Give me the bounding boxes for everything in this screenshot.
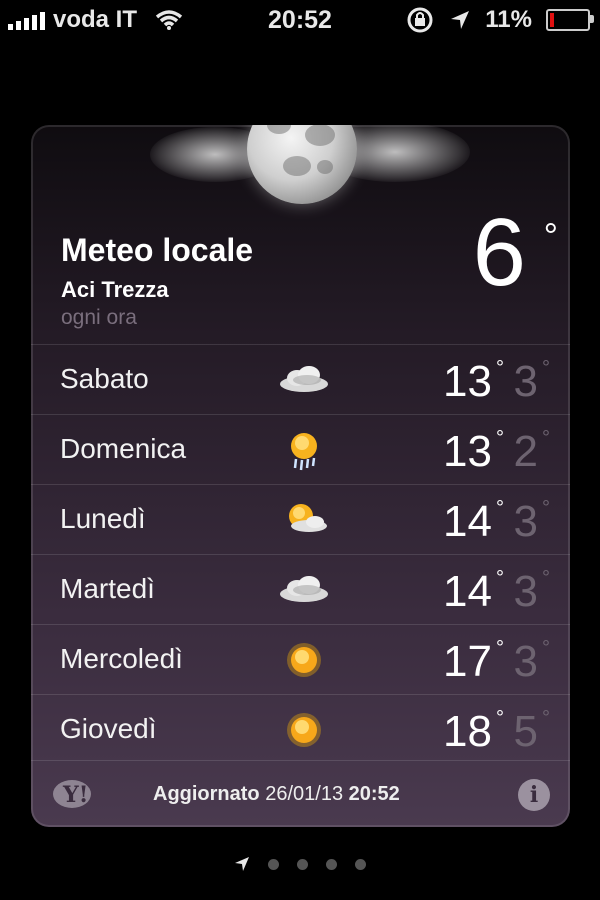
forecast-row: Giovedì 18 ° 5 ° xyxy=(31,694,570,764)
cloud-icon xyxy=(280,576,328,602)
yahoo-logo-icon[interactable]: Y! xyxy=(52,777,108,811)
degree-symbol: ° xyxy=(496,707,504,729)
page-dot[interactable] xyxy=(268,858,279,870)
forecast-row: Martedì 14 ° 3 ° xyxy=(31,554,570,624)
degree-symbol: ° xyxy=(542,567,550,589)
card-footer: Y! Aggiornato 26/01/13 20:52 i xyxy=(31,760,570,827)
current-degree-symbol: ° xyxy=(543,215,558,256)
battery-icon xyxy=(546,9,594,31)
forecast-day: Martedì xyxy=(60,573,155,604)
forecast-low: 3 xyxy=(513,357,538,406)
sun-icon xyxy=(287,713,321,747)
forecast-row: Domenica 13 ° 2 ° xyxy=(31,414,570,484)
sun-cloud-icon xyxy=(289,504,327,532)
rain-sun-icon xyxy=(291,433,317,471)
forecast-day: Sabato xyxy=(60,363,149,394)
rotation-lock-icon xyxy=(407,7,433,33)
updated-label: Aggiornato xyxy=(153,783,260,805)
forecast-low: 5 xyxy=(513,707,538,756)
forecast-row: Lunedì 14 ° 3 ° xyxy=(31,484,570,554)
updated-status: Aggiornato 26/01/13 20:52 xyxy=(153,783,400,806)
forecast-list: Sabato 13 ° 3 ° Domenica 13 ° 2 ° Lunedì… xyxy=(31,344,570,764)
forecast-day: Lunedì xyxy=(60,503,146,534)
page-dot[interactable] xyxy=(297,858,308,870)
forecast-high: 13 xyxy=(443,357,492,406)
degree-symbol: ° xyxy=(496,637,504,659)
info-button[interactable]: i xyxy=(518,779,550,811)
page-dot[interactable] xyxy=(355,858,366,870)
forecast-day: Mercoledì xyxy=(60,643,183,674)
page-dot[interactable] xyxy=(326,858,337,870)
forecast-high: 14 xyxy=(443,497,492,546)
forecast-low: 3 xyxy=(513,637,538,686)
hourly-link[interactable]: ogni ora xyxy=(61,306,137,330)
sun-icon xyxy=(287,643,321,677)
degree-symbol: ° xyxy=(496,427,504,449)
moon-cloud-icon xyxy=(150,125,470,212)
status-right: 11% xyxy=(405,5,594,35)
forecast-low: 3 xyxy=(513,567,538,616)
forecast-high: 17 xyxy=(443,637,492,686)
weather-card[interactable]: Meteo locale Aci Trezza ogni ora 6 ° Sab… xyxy=(31,125,570,827)
forecast-day: Domenica xyxy=(60,433,187,464)
svg-text:Y!: Y! xyxy=(62,782,88,808)
degree-symbol: ° xyxy=(542,637,550,659)
forecast-high: 13 xyxy=(443,427,492,476)
degree-symbol: ° xyxy=(542,427,550,449)
page-indicator[interactable] xyxy=(0,856,600,872)
location-arrow-icon xyxy=(451,11,470,29)
forecast-low: 3 xyxy=(513,497,538,546)
status-bar: voda IT 20:52 11% xyxy=(0,0,600,40)
degree-symbol: ° xyxy=(542,707,550,729)
degree-symbol: ° xyxy=(542,497,550,519)
moon-shape xyxy=(247,125,357,204)
updated-date: 26/01/13 xyxy=(265,783,344,805)
degree-symbol: ° xyxy=(496,497,504,519)
degree-symbol: ° xyxy=(542,357,550,379)
forecast-row: Sabato 13 ° 3 ° xyxy=(31,344,570,414)
forecast-high: 18 xyxy=(443,707,492,756)
location-arrow-icon[interactable] xyxy=(234,856,250,872)
forecast-row: Mercoledì 17 ° 3 ° xyxy=(31,624,570,694)
city-name: Aci Trezza xyxy=(61,277,169,302)
forecast-day: Giovedì xyxy=(60,713,157,744)
cloud-icon xyxy=(280,366,328,392)
degree-symbol: ° xyxy=(496,567,504,589)
forecast-high: 14 xyxy=(443,567,492,616)
forecast-low: 2 xyxy=(513,427,538,476)
updated-time: 20:52 xyxy=(348,783,400,805)
current-temperature: 6 xyxy=(472,199,526,306)
battery-level xyxy=(550,13,554,27)
page-title: Meteo locale xyxy=(61,232,254,268)
battery-percent: 11% xyxy=(485,6,532,33)
degree-symbol: ° xyxy=(496,357,504,379)
